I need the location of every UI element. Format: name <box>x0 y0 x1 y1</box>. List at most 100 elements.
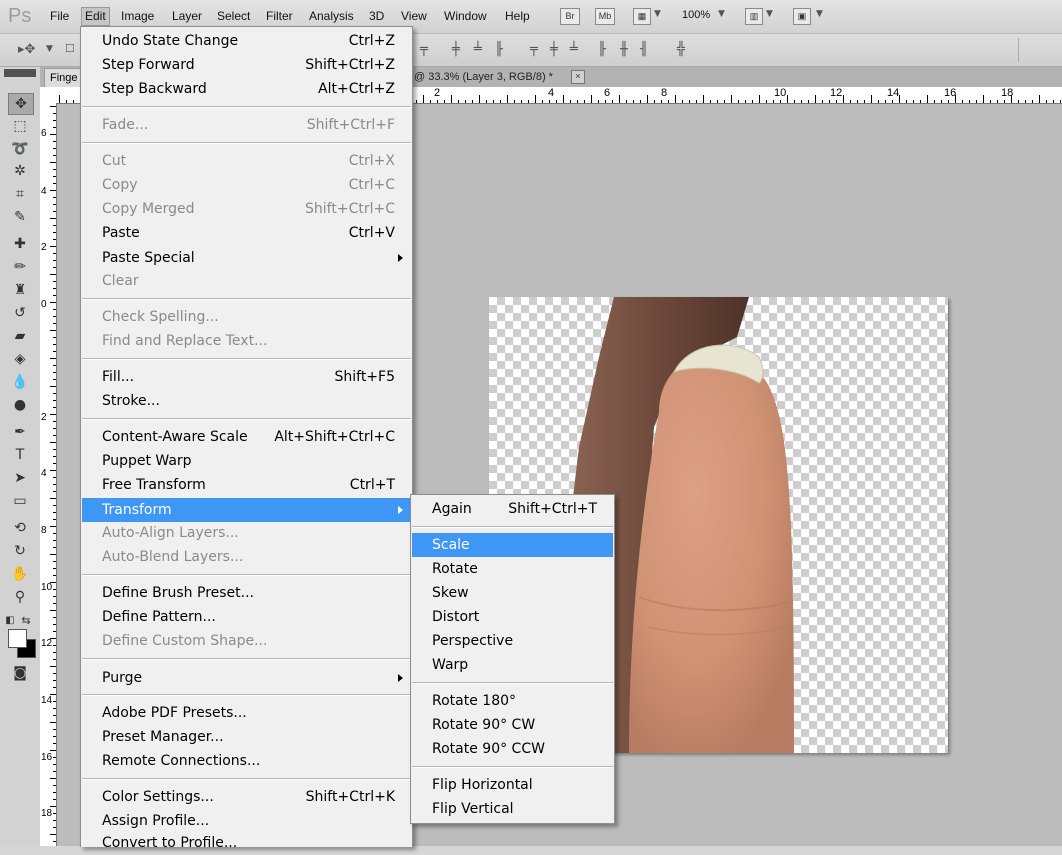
menu-image[interactable]: Image <box>121 9 154 23</box>
menu-edit[interactable]: Edit <box>81 7 110 26</box>
menu-help[interactable]: Help <box>505 9 530 23</box>
chevron-down-icon[interactable]: ▼ <box>46 44 53 54</box>
swap-colors-icon[interactable]: ⇆ <box>20 611 32 631</box>
default-colors-icon[interactable]: ◧ <box>4 611 16 631</box>
menu-view[interactable]: View <box>401 9 427 23</box>
menu-filter[interactable]: Filter <box>266 9 293 23</box>
menu-item-flip-vertical[interactable]: Flip Vertical <box>412 797 613 821</box>
arrange-documents-icon[interactable]: ▥ <box>745 8 763 25</box>
healing-brush-tool-icon[interactable]: ✚ <box>8 234 32 254</box>
hand-tool-icon[interactable]: ✋ <box>8 564 32 584</box>
menu-item-color-settings[interactable]: Color Settings... Shift+Ctrl+K <box>82 785 411 809</box>
menu-item-again[interactable]: Again Shift+Ctrl+T <box>412 497 613 521</box>
distribute-bottom-icon[interactable]: ╧ <box>570 42 578 57</box>
blur-tool-icon[interactable]: 💧 <box>8 372 32 392</box>
document-tab-title[interactable]: @ 33.3% (Layer 3, RGB/8) * <box>414 69 553 86</box>
pen-tool-icon[interactable]: ✒ <box>8 422 32 442</box>
mini-bridge-button[interactable]: Mb <box>595 8 615 25</box>
align-bottom-icon[interactable]: ╧ <box>474 42 482 57</box>
menu-item-skew[interactable]: Skew <box>412 581 613 605</box>
menu-item-assign-profile[interactable]: Assign Profile... <box>82 809 411 833</box>
chevron-down-icon[interactable]: ▼ <box>654 9 661 19</box>
chevron-down-icon[interactable]: ▼ <box>718 9 725 19</box>
menu-item-content-aware-scale[interactable]: Content-Aware Scale Alt+Shift+Ctrl+C <box>82 425 411 449</box>
shape-tool-icon[interactable]: ▭ <box>8 491 32 511</box>
menu-item-adobe-pdf-presets[interactable]: Adobe PDF Presets... <box>82 701 411 725</box>
distribute-horizontal-center-icon[interactable]: ╫ <box>620 42 628 57</box>
ruler-tick <box>50 386 56 387</box>
menu-analysis[interactable]: Analysis <box>309 9 354 23</box>
menu-item-step-forward[interactable]: Step Forward Shift+Ctrl+Z <box>82 53 411 77</box>
ruler-origin[interactable] <box>40 87 57 104</box>
menu-select[interactable]: Select <box>217 9 250 23</box>
menu-item-paste[interactable]: Paste Ctrl+V <box>82 221 411 245</box>
auto-align-icon[interactable]: ╬ <box>677 42 685 57</box>
quick-selection-tool-icon[interactable]: ✲ <box>8 161 32 181</box>
menu-item-stroke[interactable]: Stroke... <box>82 389 411 413</box>
menu-item-step-backward[interactable]: Step Backward Alt+Ctrl+Z <box>82 77 411 101</box>
menu-layer[interactable]: Layer <box>172 9 202 23</box>
menu-item-transform[interactable]: Transform <box>82 498 411 522</box>
distribute-right-icon[interactable]: ╢ <box>640 42 648 57</box>
distribute-left-icon[interactable]: ╟ <box>598 42 606 57</box>
quick-mask-icon[interactable]: ◙ <box>8 663 32 683</box>
brush-tool-icon[interactable]: ✏ <box>8 257 32 277</box>
marquee-tool-icon[interactable]: ⬚ <box>8 116 32 136</box>
crop-tool-icon[interactable]: ⌗ <box>8 184 32 204</box>
ruler-tick <box>50 274 56 275</box>
menu-item-remote-connections[interactable]: Remote Connections... <box>82 749 411 773</box>
menu-item-define-pattern[interactable]: Define Pattern... <box>82 605 411 629</box>
distribute-top-icon[interactable]: ╤ <box>530 42 538 57</box>
align-vertical-center-icon[interactable]: ╪ <box>452 42 460 57</box>
menu-item-scale[interactable]: Scale <box>412 533 613 557</box>
extras-icon[interactable]: ▦ <box>633 8 651 25</box>
distribute-center-icon[interactable]: ╪ <box>550 42 558 57</box>
menu-item-paste-special[interactable]: Paste Special <box>82 246 411 270</box>
menu-item-rotate-90-ccw[interactable]: Rotate 90° CCW <box>412 737 613 761</box>
auto-select-checkbox[interactable]: ☐ <box>65 42 75 55</box>
align-left-icon[interactable]: ╟ <box>495 42 503 57</box>
menu-item-fill[interactable]: Fill... Shift+F5 <box>82 365 411 389</box>
menu-item-free-transform[interactable]: Free Transform Ctrl+T <box>82 473 411 497</box>
menu-item-preset-manager[interactable]: Preset Manager... <box>82 725 411 749</box>
ruler-vertical[interactable]: 6 4 2 0 2 4 8 10 12 14 16 18 <box>40 103 57 846</box>
move-tool-icon[interactable]: ✥ <box>8 93 34 115</box>
zoom-level[interactable]: 100% <box>682 9 710 21</box>
foreground-color-swatch[interactable] <box>8 629 27 648</box>
menu-item-rotate-90-cw[interactable]: Rotate 90° CW <box>412 713 613 737</box>
eyedropper-tool-icon[interactable]: ✎ <box>8 207 32 227</box>
menu-separator <box>412 766 613 768</box>
menu-item-distort[interactable]: Distort <box>412 605 613 629</box>
menu-item-flip-horizontal[interactable]: Flip Horizontal <box>412 773 613 797</box>
eraser-tool-icon[interactable]: ▰ <box>8 326 32 346</box>
menu-item-rotate-180[interactable]: Rotate 180° <box>412 689 613 713</box>
menu-item-convert-to-profile[interactable]: Convert to Profile... <box>82 831 411 855</box>
menu-window[interactable]: Window <box>444 9 487 23</box>
close-tab-icon[interactable]: × <box>571 70 585 84</box>
path-selection-tool-icon[interactable]: ➤ <box>8 468 32 488</box>
history-brush-tool-icon[interactable]: ↺ <box>8 303 32 323</box>
menu-item-undo[interactable]: Undo State Change Ctrl+Z <box>82 29 411 53</box>
menu-item-puppet-warp[interactable]: Puppet Warp <box>82 449 411 473</box>
menu-item-warp[interactable]: Warp <box>412 653 613 677</box>
type-tool-icon[interactable]: T <box>8 445 32 465</box>
dodge-tool-icon[interactable]: ● <box>8 395 32 415</box>
chevron-down-icon[interactable]: ▼ <box>766 9 773 19</box>
paint-bucket-tool-icon[interactable]: ◈ <box>8 349 32 369</box>
clone-stamp-tool-icon[interactable]: ♜ <box>8 280 32 300</box>
menu-item-perspective[interactable]: Perspective <box>412 629 613 653</box>
menu-item-define-brush-preset[interactable]: Define Brush Preset... <box>82 581 411 605</box>
3d-orbit-tool-icon[interactable]: ↻ <box>8 541 32 561</box>
3d-rotate-tool-icon[interactable]: ⟲ <box>8 518 32 538</box>
bridge-button[interactable]: Br <box>560 8 580 25</box>
move-tool-preset-icon[interactable]: ▸✥ <box>18 42 35 57</box>
menu-file[interactable]: File <box>50 9 69 23</box>
chevron-down-icon[interactable]: ▼ <box>816 9 823 19</box>
lasso-tool-icon[interactable]: ➰ <box>8 139 32 159</box>
menu-3d[interactable]: 3D <box>369 9 384 23</box>
zoom-tool-icon[interactable]: ⚲ <box>8 587 32 607</box>
align-top-icon[interactable]: ╤ <box>420 42 428 57</box>
menu-item-rotate[interactable]: Rotate <box>412 557 613 581</box>
menu-item-purge[interactable]: Purge <box>82 666 411 690</box>
screen-mode-icon[interactable]: ▣ <box>793 8 811 25</box>
